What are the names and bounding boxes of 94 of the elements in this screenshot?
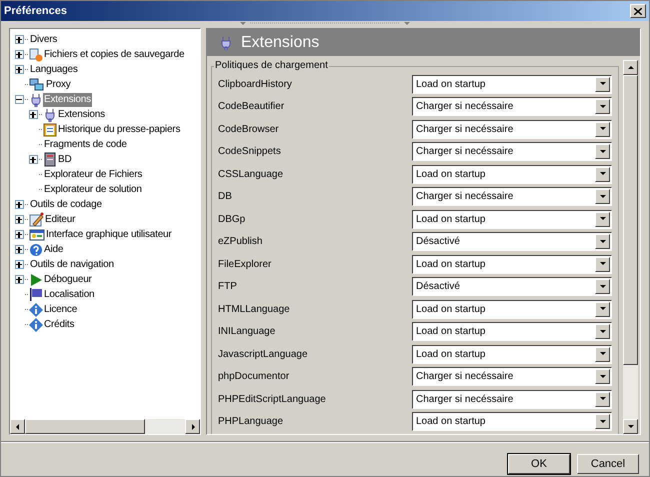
load-policy-dropdown[interactable]: Load on startup	[412, 300, 612, 319]
extension-name: DBGp	[218, 212, 246, 227]
window-title: Préférences	[4, 4, 67, 19]
tree-item[interactable]: Outils de navigation	[29, 258, 115, 272]
panel-title: Extensions	[241, 32, 320, 52]
tree-item[interactable]: Explorateur de solution	[43, 182, 143, 196]
load-policy-dropdown[interactable]: Load on startup	[412, 74, 612, 94]
extension-name: HTMLLanguage	[218, 302, 290, 317]
extension-name: PHPLanguage	[218, 415, 284, 430]
extension-name: phpDocumentor	[218, 370, 290, 384]
load-policy-dropdown[interactable]: Désactivé	[412, 232, 612, 252]
flag-icon	[29, 287, 43, 302]
computers-icon	[29, 78, 45, 92]
tree-item[interactable]: Licence	[43, 302, 78, 316]
scroll-down-icon[interactable]	[623, 419, 638, 434]
expand-icon[interactable]	[14, 245, 24, 254]
tree-item[interactable]: Explorateur de Fichiers	[43, 168, 144, 182]
expand-icon[interactable]	[28, 110, 38, 119]
load-policy-dropdown[interactable]: Load on startup	[412, 254, 612, 274]
plug-icon	[43, 108, 57, 122]
tree-item[interactable]: Extensions	[43, 92, 92, 106]
load-policy-dropdown[interactable]: Charger si necéssaire	[412, 390, 612, 409]
tree-item[interactable]: Aide	[43, 242, 64, 256]
collapse-icon[interactable]	[14, 95, 24, 104]
load-policy-dropdown[interactable]: Load on startup	[412, 344, 612, 364]
load-policy-dropdown[interactable]: Charger si necéssaire	[412, 120, 612, 139]
load-policy-dropdown[interactable]: Load on startup	[412, 412, 612, 432]
tree-item[interactable]: Fichiers et copies de sauvegarde	[43, 48, 186, 62]
extension-name: DB	[218, 190, 232, 204]
expand-icon[interactable]	[28, 155, 38, 164]
expand-icon[interactable]	[14, 215, 24, 224]
server-icon	[43, 152, 57, 167]
tree-item[interactable]: Languages	[29, 62, 79, 76]
tree-item[interactable]: Divers	[29, 32, 58, 46]
load-policy-dropdown[interactable]: Charger si necéssaire	[412, 97, 612, 116]
tree-item[interactable]: Interface graphique utilisateur	[45, 228, 173, 242]
files-icon	[29, 48, 43, 62]
close-icon	[634, 8, 642, 14]
load-policy-dropdown[interactable]: Désactivé	[412, 277, 612, 296]
plug-icon	[219, 36, 233, 50]
tree-item[interactable]: Extensions	[57, 108, 106, 122]
play-icon	[29, 272, 43, 286]
scroll-left-icon[interactable]	[10, 419, 25, 434]
extension-name: CodeBrowser	[218, 122, 279, 137]
load-policy-dropdown[interactable]: Charger si necéssaire	[412, 142, 612, 162]
window-icon	[29, 228, 45, 242]
extension-name: INILanguage	[218, 325, 276, 340]
help-icon	[29, 242, 43, 256]
scroll-thumb[interactable]	[25, 419, 145, 434]
load-policy-dropdown[interactable]: Charger si necéssaire	[412, 367, 612, 386]
info-icon	[29, 318, 43, 332]
tree-item[interactable]: Outils de codage	[29, 198, 103, 212]
expand-icon[interactable]	[14, 50, 24, 59]
tree-item[interactable]: BD	[57, 152, 72, 166]
expand-icon[interactable]	[14, 230, 24, 239]
group-title: Politiques de chargement	[214, 59, 329, 73]
load-policy-dropdown[interactable]: Load on startup	[412, 322, 612, 342]
extension-name: CodeSnippets	[218, 145, 281, 160]
horizontal-scrollbar[interactable]	[10, 419, 200, 434]
expand-icon[interactable]	[14, 65, 24, 74]
tree-item[interactable]: Proxy	[45, 78, 72, 92]
tree-item[interactable]: Débogueur	[43, 272, 93, 286]
scroll-right-icon[interactable]	[185, 419, 200, 434]
tree-item[interactable]: Fragments de code	[43, 138, 128, 152]
tree-item[interactable]: Localisation	[43, 288, 96, 302]
expand-icon[interactable]	[14, 35, 24, 44]
scroll-up-icon[interactable]	[623, 60, 638, 75]
extension-name: FileExplorer	[218, 258, 272, 272]
extension-name: FTP	[218, 280, 237, 294]
tree-item[interactable]: Historique du presse-papiers	[57, 122, 182, 136]
extension-name: PHPEditScriptLanguage	[218, 392, 326, 407]
extension-name: CodeBeautifier	[218, 100, 284, 114]
expand-icon[interactable]	[14, 275, 24, 284]
tree-item[interactable]: Crédits	[43, 318, 76, 332]
extension-name: ClipboardHistory	[218, 78, 292, 92]
load-policy-dropdown[interactable]: Load on startup	[412, 210, 612, 229]
scroll-thumb[interactable]	[623, 75, 638, 365]
extension-name: JavascriptLanguage	[218, 348, 308, 362]
info-icon	[29, 302, 43, 316]
expand-icon[interactable]	[14, 260, 24, 269]
load-policy-dropdown[interactable]: Charger si necéssaire	[412, 187, 612, 206]
tree-item[interactable]: Editeur	[44, 212, 76, 226]
extension-name: CSSLanguage	[218, 168, 284, 182]
close-button[interactable]	[630, 4, 646, 18]
vertical-scrollbar[interactable]	[623, 60, 638, 434]
load-policy-dropdown[interactable]: Load on startup	[412, 164, 612, 184]
clipboard-icon	[43, 122, 57, 137]
expand-icon[interactable]	[14, 200, 24, 209]
pencil-icon	[29, 212, 44, 227]
cancel-button[interactable]: Cancel	[577, 454, 639, 474]
ok-button[interactable]: OK	[508, 454, 570, 474]
extension-name: eZPublish	[218, 235, 262, 250]
splitter-handle-icon[interactable]	[240, 21, 410, 27]
plug-icon	[29, 92, 43, 106]
